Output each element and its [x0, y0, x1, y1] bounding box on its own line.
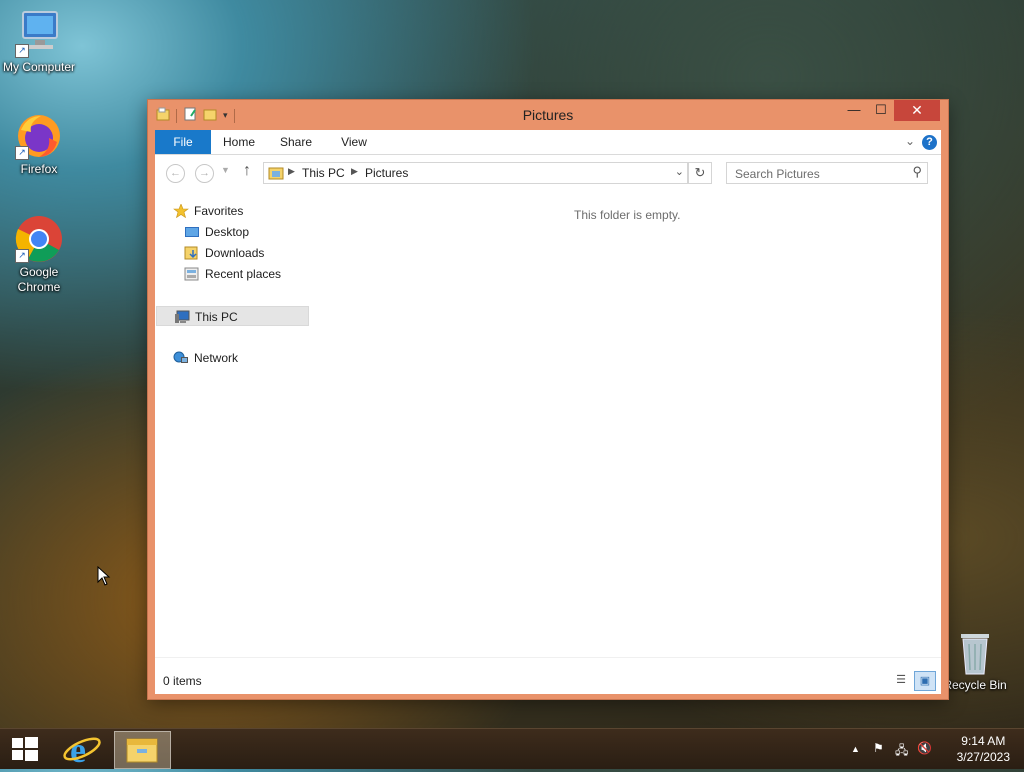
start-button[interactable]	[0, 729, 50, 769]
nav-recent-places[interactable]: Recent places	[184, 264, 281, 284]
tab-home[interactable]: Home	[215, 130, 263, 154]
up-button[interactable]: ↑	[243, 162, 251, 180]
breadcrumb-separator-icon[interactable]: ▶	[351, 166, 358, 177]
forward-arrow-icon: →	[199, 167, 210, 179]
nav-network-label: Network	[194, 351, 239, 365]
svg-text:e: e	[70, 730, 86, 769]
desktop-icon-label: My Computer	[2, 60, 76, 74]
nav-recent-places-label: Recent places	[205, 267, 282, 281]
minimize-icon: —	[847, 102, 861, 117]
explorer-window: ▾ Pictures — ☐ ✕ File Home Share View ⌄ …	[148, 100, 948, 699]
navigation-pane: Favorites Desktop Downloads Recent place…	[155, 189, 313, 657]
refresh-button[interactable]: ↻	[688, 162, 712, 184]
network-status-icon[interactable]: 🖧	[895, 741, 908, 762]
address-bar[interactable]: ▶ This PC ▶ Pictures ⌄	[263, 162, 688, 184]
item-count: 0 items	[163, 674, 202, 688]
breadcrumb-separator-icon[interactable]: ▶	[288, 166, 295, 177]
network-icon	[173, 351, 189, 365]
taskbar-internet-explorer[interactable]: e	[58, 729, 106, 770]
empty-folder-message: This folder is empty.	[574, 208, 681, 222]
nav-this-pc-label: This PC	[195, 310, 238, 324]
details-view-button[interactable]: ☰	[891, 671, 911, 689]
desktop-icon-label: Firefox	[20, 162, 58, 176]
taskbar: e ▲ ⚑ 🖧 🔇 9:14 AM 3/27/2023	[0, 728, 1024, 770]
recent-places-icon	[184, 267, 200, 281]
expand-ribbon-chevron-icon[interactable]: ⌄	[905, 134, 915, 148]
show-hidden-icons-icon[interactable]: ▲	[851, 744, 860, 754]
star-icon	[173, 203, 189, 219]
forward-button[interactable]: →	[195, 164, 214, 183]
ribbon-tabs: File Home Share View ⌄ ?	[155, 130, 941, 155]
nav-favorites-label: Favorites	[194, 204, 244, 218]
refresh-icon: ↻	[694, 165, 706, 180]
desktop-folder-icon	[184, 225, 200, 239]
taskbar-file-explorer[interactable]	[114, 731, 171, 769]
internet-explorer-icon: e	[63, 730, 101, 770]
search-box[interactable]: ⚲	[726, 162, 928, 184]
clock[interactable]: 9:14 AM 3/27/2023	[957, 733, 1010, 765]
desktop-icon-chrome[interactable]: ↗ Google Chrome	[0, 215, 79, 295]
nav-downloads[interactable]: Downloads	[184, 243, 264, 263]
tab-share[interactable]: Share	[271, 130, 321, 154]
nav-desktop-label: Desktop	[205, 225, 250, 239]
my-computer-icon: ↗	[15, 10, 63, 58]
maximize-button[interactable]: ☐	[868, 100, 894, 121]
close-icon: ✕	[911, 102, 923, 118]
chrome-icon: ↗	[15, 215, 63, 263]
file-explorer-icon	[126, 738, 158, 763]
large-icons-view-icon: ▣	[919, 675, 931, 687]
status-bar: 0 items ☰ ▣	[155, 657, 941, 694]
nav-favorites[interactable]: Favorites	[173, 201, 243, 221]
back-button[interactable]: ←	[166, 164, 185, 183]
up-arrow-icon: ↑	[243, 162, 251, 179]
recent-locations-chevron-icon[interactable]: ▼	[221, 165, 230, 175]
firefox-icon: ↗	[15, 112, 63, 160]
recycle-bin-icon	[951, 630, 999, 676]
search-input[interactable]	[733, 165, 897, 183]
help-icon[interactable]: ?	[922, 135, 937, 150]
desktop-icon-label: Google Chrome	[17, 265, 61, 294]
this-pc-icon	[174, 310, 190, 324]
address-dropdown-chevron-icon[interactable]: ⌄	[675, 165, 684, 178]
minimize-button[interactable]: —	[841, 100, 867, 121]
back-arrow-icon: ←	[170, 167, 181, 179]
window-title: Pictures	[522, 107, 574, 123]
clock-date: 3/27/2023	[956, 750, 1010, 764]
mouse-cursor-icon	[97, 566, 111, 586]
downloads-folder-icon	[184, 246, 200, 260]
action-center-flag-icon[interactable]: ⚑	[873, 741, 884, 755]
nav-this-pc[interactable]: This PC	[156, 306, 309, 326]
close-button[interactable]: ✕	[894, 100, 940, 121]
content-area: Favorites Desktop Downloads Recent place…	[155, 189, 941, 657]
navigation-bar: ← → ▼ ↑ ▶ This PC ▶ Pictures ⌄ ↻ ⚲	[155, 155, 941, 189]
tab-view[interactable]: View	[329, 130, 379, 154]
large-icons-view-button[interactable]: ▣	[914, 671, 936, 691]
volume-muted-icon[interactable]: 🔇	[917, 741, 932, 755]
nav-downloads-label: Downloads	[205, 246, 265, 260]
system-tray: ▲ ⚑ 🖧 🔇 9:14 AM 3/27/2023	[839, 729, 1024, 769]
clock-time: 9:14 AM	[961, 734, 1006, 748]
search-icon[interactable]: ⚲	[912, 164, 922, 180]
tab-file[interactable]: File	[155, 130, 211, 154]
details-view-icon: ☰	[896, 674, 906, 686]
nav-network[interactable]: Network	[173, 348, 238, 368]
title-bar[interactable]: ▾ Pictures — ☐ ✕	[148, 100, 948, 130]
breadcrumb-pictures[interactable]: Pictures	[365, 166, 408, 180]
breadcrumb-this-pc[interactable]: This PC	[302, 166, 345, 180]
nav-desktop[interactable]: Desktop	[184, 222, 249, 242]
desktop-icon-my-computer[interactable]: ↗ My Computer	[0, 10, 79, 75]
windows-logo-icon	[12, 737, 38, 761]
desktop-icon-firefox[interactable]: ↗ Firefox	[0, 112, 79, 177]
maximize-icon: ☐	[875, 102, 887, 117]
pictures-folder-icon	[268, 166, 284, 183]
